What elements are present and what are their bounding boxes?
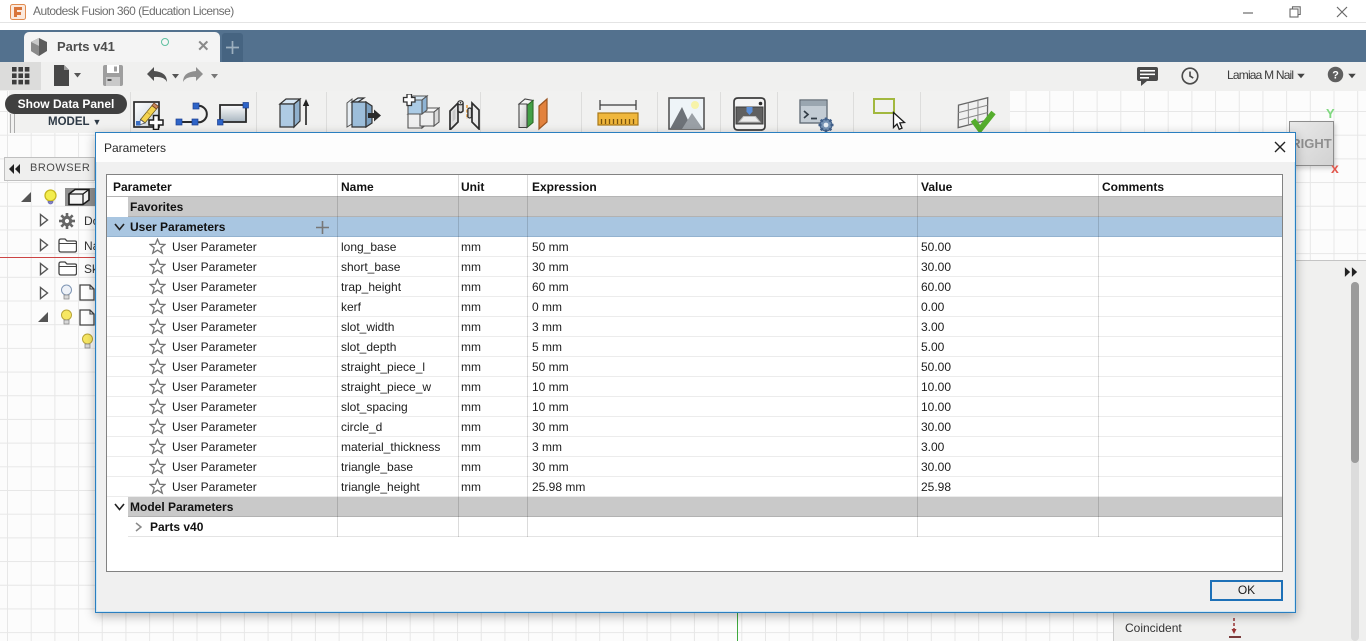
svg-text:?: ? bbox=[1332, 69, 1339, 81]
